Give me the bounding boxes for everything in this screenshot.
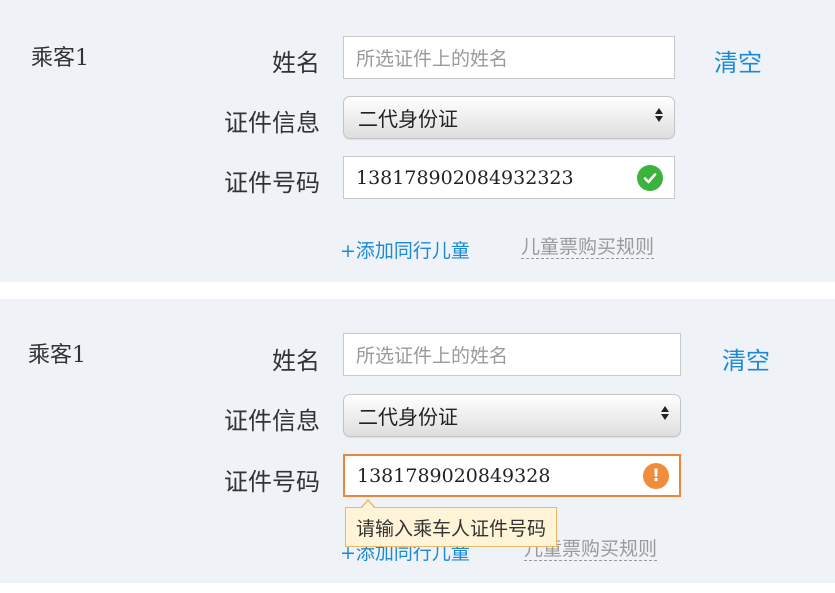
select-arrows-icon bbox=[661, 406, 669, 420]
warning-icon: ! bbox=[643, 463, 669, 489]
child-ticket-rules-link[interactable]: 儿童票购买规则 bbox=[521, 236, 655, 259]
id-number-input[interactable]: 1381789020849328 bbox=[343, 454, 681, 497]
passenger-label: 乘客1 bbox=[31, 46, 89, 71]
id-number-label: 证件号码 bbox=[224, 468, 320, 496]
id-type-select[interactable]: 二代身份证 bbox=[343, 394, 681, 437]
error-tooltip: 请输入乘车人证件号码 bbox=[345, 499, 558, 547]
name-label: 姓名 bbox=[272, 347, 320, 375]
id-type-select[interactable]: 二代身份证 bbox=[343, 96, 675, 139]
clear-button[interactable]: 清空 bbox=[714, 43, 762, 78]
select-arrows-icon bbox=[655, 108, 663, 122]
id-type-value: 二代身份证 bbox=[358, 107, 458, 131]
id-number-label: 证件号码 bbox=[224, 169, 320, 197]
id-number-value: 1381789020849328 bbox=[357, 464, 551, 487]
error-tooltip-text: 请输入乘车人证件号码 bbox=[356, 517, 547, 540]
clear-button[interactable]: 清空 bbox=[722, 341, 770, 376]
passenger-label: 乘客1 bbox=[28, 343, 86, 368]
id-type-label: 证件信息 bbox=[224, 407, 320, 435]
check-icon bbox=[637, 165, 663, 191]
passenger-form-panel: 乘客1 姓名 所选证件上的姓名 清空 证件信息 二代身份证 证件号码 13817… bbox=[0, 0, 835, 282]
name-input[interactable]: 所选证件上的姓名 bbox=[343, 333, 681, 376]
id-type-label: 证件信息 bbox=[224, 109, 320, 137]
id-number-input[interactable]: 138178902084932323 bbox=[343, 156, 675, 199]
name-input[interactable]: 所选证件上的姓名 bbox=[343, 36, 675, 79]
name-placeholder: 所选证件上的姓名 bbox=[356, 345, 509, 367]
id-number-value: 138178902084932323 bbox=[356, 166, 574, 189]
passenger-form-panel: 乘客1 姓名 所选证件上的姓名 清空 证件信息 二代身份证 证件号码 13817… bbox=[0, 299, 835, 583]
name-label: 姓名 bbox=[272, 49, 320, 77]
name-placeholder: 所选证件上的姓名 bbox=[356, 48, 509, 70]
id-type-value: 二代身份证 bbox=[358, 405, 458, 429]
add-child-link[interactable]: +添加同行儿童 bbox=[340, 236, 470, 263]
